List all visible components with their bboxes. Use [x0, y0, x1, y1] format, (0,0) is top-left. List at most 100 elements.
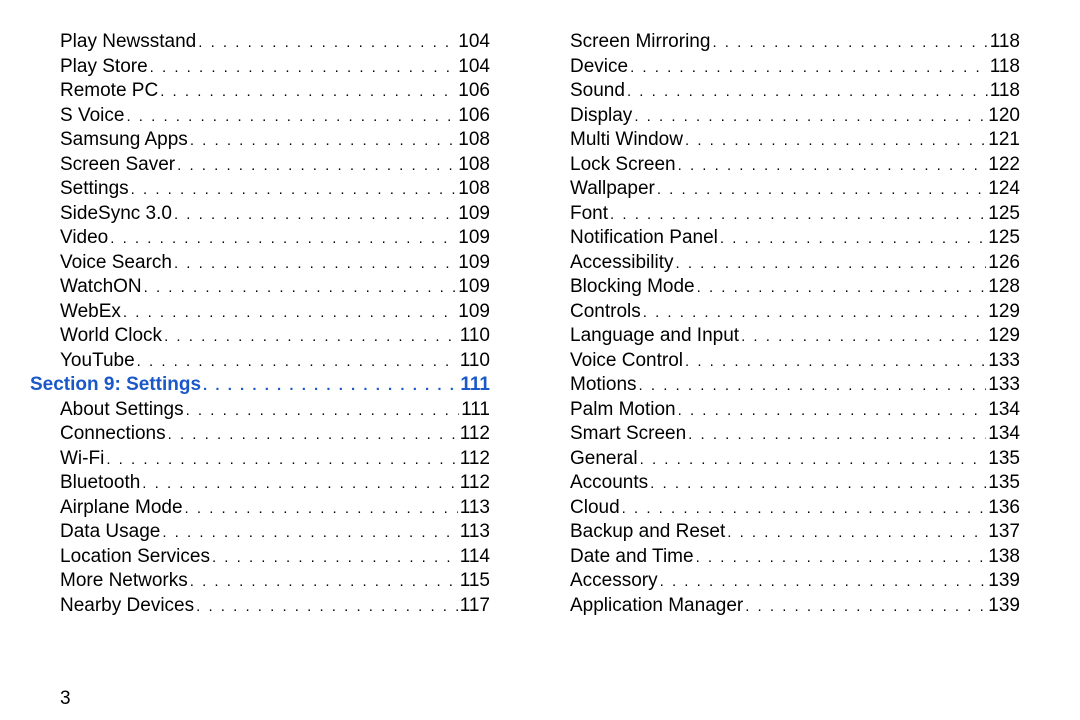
toc-entry-label: Accessibility: [540, 251, 673, 275]
toc-entry[interactable]: Smart Screen134: [540, 422, 1020, 447]
toc-entry[interactable]: Wallpaper124: [540, 177, 1020, 202]
toc-leader-dots: [185, 497, 458, 521]
toc-entry[interactable]: Screen Mirroring118: [540, 30, 1020, 55]
toc-leader-dots: [675, 252, 986, 276]
toc-leader-dots: [657, 178, 986, 202]
toc-entry[interactable]: Accessibility126: [540, 251, 1020, 276]
toc-entry[interactable]: More Networks115: [30, 569, 490, 594]
toc-entry[interactable]: Font125: [540, 202, 1020, 227]
toc-entry[interactable]: Motions133: [540, 373, 1020, 398]
toc-entry[interactable]: Voice Search109: [30, 251, 490, 276]
toc-entry[interactable]: Data Usage113: [30, 520, 490, 545]
toc-entry[interactable]: Connections112: [30, 422, 490, 447]
toc-entry-label: Wi-Fi: [30, 447, 104, 471]
toc-entry-page: 112: [460, 447, 490, 471]
toc-entry[interactable]: Language and Input 129: [540, 324, 1020, 349]
toc-entry-label: Lock Screen: [540, 153, 676, 177]
toc-leader-dots: [131, 178, 457, 202]
toc-entry-page: 106: [458, 104, 490, 128]
toc-entry[interactable]: World Clock110: [30, 324, 490, 349]
toc-entry[interactable]: Controls129: [540, 300, 1020, 325]
toc-entry[interactable]: Airplane Mode113: [30, 496, 490, 521]
toc-leader-dots: [630, 56, 988, 80]
toc-entry[interactable]: S Voice 106: [30, 104, 490, 129]
toc-entry-page: 122: [988, 153, 1020, 177]
toc-entry-page: 104: [458, 30, 490, 54]
toc-entry-label: YouTube: [30, 349, 135, 373]
toc-entry[interactable]: Play Store104: [30, 55, 490, 80]
toc-entry-label: Accessory: [540, 569, 658, 593]
toc-entry-page: 108: [458, 128, 490, 152]
toc-entry-label: Device: [540, 55, 628, 79]
toc-entry[interactable]: Date and Time138: [540, 545, 1020, 570]
toc-entry-page: 115: [460, 569, 490, 593]
toc-entry-page: 129: [988, 300, 1020, 324]
toc-leader-dots: [634, 105, 986, 129]
toc-entry[interactable]: Wi-Fi 112: [30, 447, 490, 472]
toc-entry-page: 109: [458, 300, 490, 324]
toc-leader-dots: [685, 129, 986, 153]
toc-entry[interactable]: Lock Screen 122: [540, 153, 1020, 178]
toc-entry-label: Language and Input: [540, 324, 739, 348]
toc-entry-page: 135: [988, 447, 1020, 471]
toc-entry-label: Voice Control: [540, 349, 683, 373]
toc-entry-page: 125: [988, 202, 1020, 226]
toc-leader-dots: [610, 203, 986, 227]
toc-entry[interactable]: Screen Saver108: [30, 153, 490, 178]
toc-entry[interactable]: Sound118: [540, 79, 1020, 104]
toc-section-heading[interactable]: Section 9: Settings111: [30, 373, 490, 398]
toc-entry-page: 134: [988, 422, 1020, 446]
toc-entry[interactable]: Samsung Apps108: [30, 128, 490, 153]
toc-leader-dots: [168, 423, 458, 447]
toc-entry[interactable]: Play Newsstand104: [30, 30, 490, 55]
toc-entry[interactable]: Accounts135: [540, 471, 1020, 496]
toc-leader-dots: [622, 497, 987, 521]
toc-entry-label: Sound: [540, 79, 625, 103]
toc-entry[interactable]: SideSync 3.0109: [30, 202, 490, 227]
toc-entry-page: 138: [988, 545, 1020, 569]
toc-entry[interactable]: Nearby Devices117: [30, 594, 490, 619]
toc-entry[interactable]: Cloud136: [540, 496, 1020, 521]
toc-entry-page: 113: [460, 520, 490, 544]
toc-entry[interactable]: Palm Motion134: [540, 398, 1020, 423]
toc-entry-label: Cloud: [540, 496, 620, 520]
toc-entry[interactable]: WebEx109: [30, 300, 490, 325]
toc-entry[interactable]: YouTube110: [30, 349, 490, 374]
toc-entry[interactable]: Voice Control133: [540, 349, 1020, 374]
toc-entry[interactable]: General135: [540, 447, 1020, 472]
toc-entry[interactable]: Video109: [30, 226, 490, 251]
toc-entry[interactable]: About Settings111: [30, 398, 490, 423]
toc-entry[interactable]: Location Services 114: [30, 545, 490, 570]
toc-entry[interactable]: Accessory 139: [540, 569, 1020, 594]
toc-entry[interactable]: WatchON109: [30, 275, 490, 300]
toc-entry[interactable]: Bluetooth112: [30, 471, 490, 496]
toc-entry[interactable]: Display120: [540, 104, 1020, 129]
toc-leader-dots: [162, 521, 457, 545]
toc-entry-page: 109: [458, 226, 490, 250]
toc-leader-dots: [177, 154, 456, 178]
toc-entry-label: Screen Mirroring: [540, 30, 710, 54]
toc-entry-page: 128: [988, 275, 1020, 299]
toc-entry-page: 139: [988, 569, 1020, 593]
toc-leader-dots: [196, 595, 458, 619]
toc-entry[interactable]: Device118: [540, 55, 1020, 80]
toc-entry-label: SideSync 3.0: [30, 202, 172, 226]
toc-entry[interactable]: Application Manager139: [540, 594, 1020, 619]
toc-entry[interactable]: Notification Panel125: [540, 226, 1020, 251]
toc-entry[interactable]: Multi Window121: [540, 128, 1020, 153]
toc-entry-page: 104: [458, 55, 490, 79]
toc-entry[interactable]: Remote PC106: [30, 79, 490, 104]
toc-leader-dots: [186, 399, 460, 423]
toc-entry[interactable]: Blocking Mode128: [540, 275, 1020, 300]
toc-entry-page: 114: [460, 545, 490, 569]
toc-column-right: Screen Mirroring118Device118Sound118Disp…: [540, 30, 1020, 670]
toc-entry-label: S Voice: [30, 104, 124, 128]
toc-entry-label: Airplane Mode: [30, 496, 183, 520]
toc-entry[interactable]: Settings108: [30, 177, 490, 202]
toc-leader-dots: [678, 154, 987, 178]
toc-leader-dots: [696, 546, 987, 570]
toc-entry-page: 110: [460, 324, 490, 348]
toc-entry[interactable]: Backup and Reset137: [540, 520, 1020, 545]
toc-entry-label: Location Services: [30, 545, 210, 569]
toc-entry-page: 129: [988, 324, 1020, 348]
